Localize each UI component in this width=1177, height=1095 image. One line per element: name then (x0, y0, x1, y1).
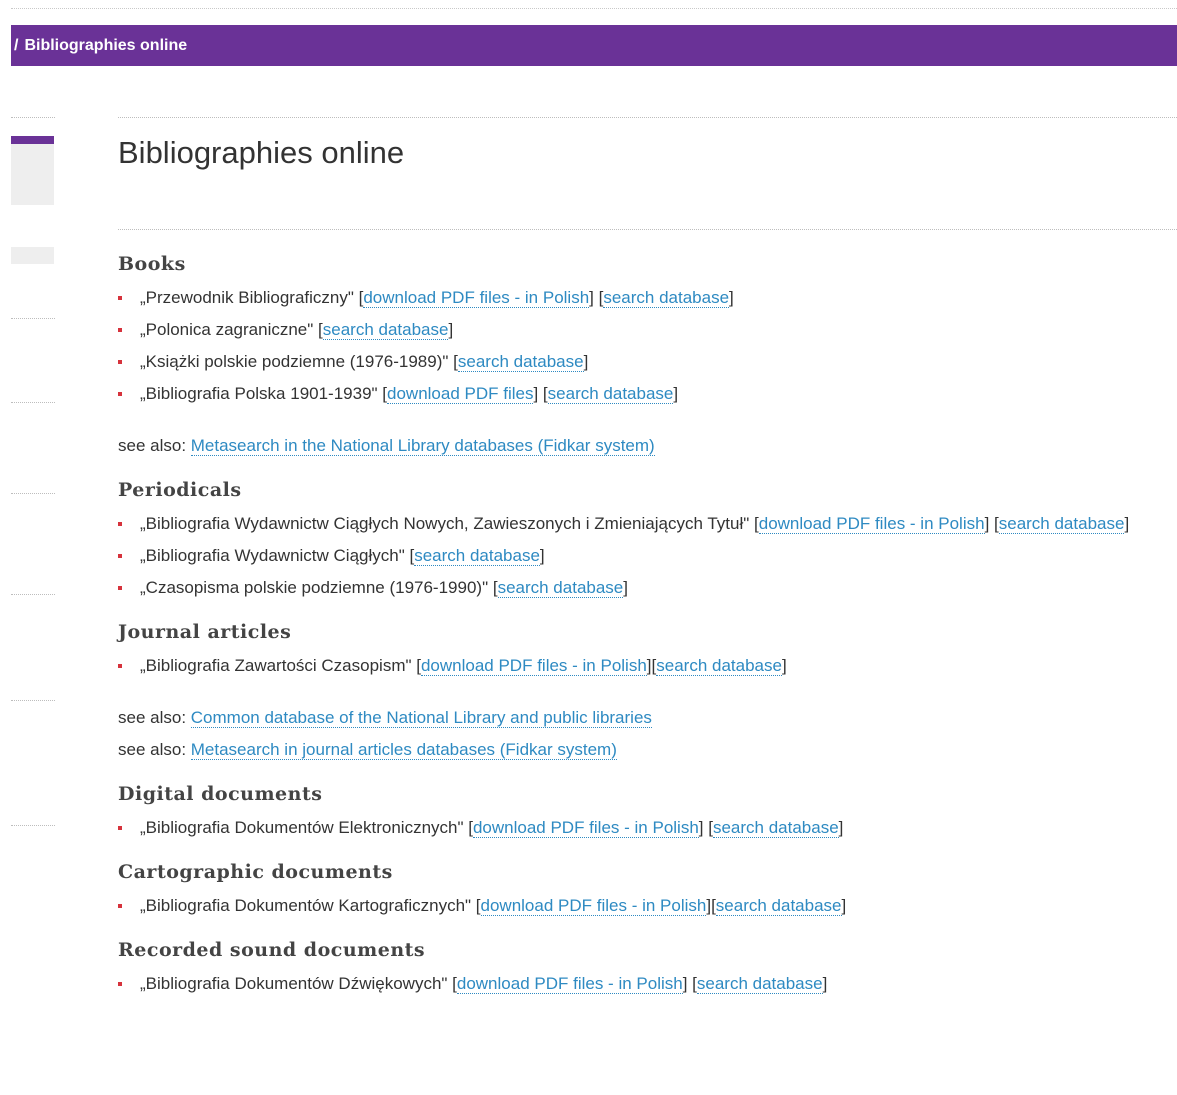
sidebar-divider (11, 493, 55, 494)
search-database-link[interactable]: search database (998, 514, 1125, 534)
bullet-icon (118, 392, 122, 396)
breadcrumb-current: Bibliographies online (24, 37, 188, 54)
bibliography-list: „Bibliografia Dokumentów Elektronicznych… (118, 812, 1168, 844)
section-heading: Periodicals (118, 479, 242, 501)
bibliography-list: „Bibliografia Wydawnictw Ciągłych Nowych… (118, 508, 1168, 604)
bullet-icon (118, 586, 122, 590)
search-database-link[interactable]: search database (712, 818, 839, 838)
list-item: „Książki polskie podziemne (1976-1989)" … (118, 346, 1168, 378)
bibliography-list: „Przewodnik Bibliograficzny" [download P… (118, 282, 1168, 410)
download-pdf-link[interactable]: download PDF files - in Polish (480, 896, 707, 916)
search-database-link[interactable]: search database (696, 974, 823, 994)
title-divider-bottom (118, 229, 1177, 230)
sidebar-tab-small[interactable] (11, 247, 54, 264)
download-pdf-link[interactable]: download PDF files - in Polish (363, 288, 590, 308)
title-divider-top (118, 117, 1177, 118)
sidebar-active-accent (11, 136, 54, 144)
list-item: „Czasopisma polskie podziemne (1976-1990… (118, 572, 1168, 604)
bullet-icon (118, 296, 122, 300)
bullet-icon (118, 826, 122, 830)
sidebar-divider (11, 117, 55, 118)
download-pdf-link[interactable]: download PDF files - in Polish (456, 974, 683, 994)
see-also-link[interactable]: Common database of the National Library … (190, 708, 652, 728)
section-cartographic-documents: Cartographic documents „Bibliografia Dok… (118, 858, 1168, 922)
bullet-icon (118, 664, 122, 668)
sidebar-divider (11, 700, 55, 701)
bullet-icon (118, 360, 122, 364)
download-pdf-link[interactable]: download PDF files (387, 384, 534, 404)
bullet-icon (118, 982, 122, 986)
list-item: „Bibliografia Dokumentów Elektronicznych… (118, 812, 1168, 844)
search-database-link[interactable]: search database (414, 546, 540, 566)
search-database-link[interactable]: search database (322, 320, 449, 340)
sidebar-divider (11, 402, 55, 403)
download-pdf-link[interactable]: download PDF files - in Polish (420, 656, 647, 676)
list-item: „Bibliografia Polska 1901-1939" [downloa… (118, 378, 1168, 410)
section-heading: Recorded sound documents (118, 939, 426, 961)
see-also: see also: Metasearch in the National Lib… (118, 436, 655, 456)
section-recorded-sound-documents: Recorded sound documents „Bibliografia D… (118, 936, 1168, 1000)
section-books: Books „Przewodnik Bibliograficzny" [down… (118, 250, 1168, 462)
bibliography-list: „Bibliografia Dokumentów Kartograficznyc… (118, 890, 1168, 922)
section-heading: Digital documents (118, 783, 323, 805)
bullet-icon (118, 554, 122, 558)
section-digital-documents: Digital documents „Bibliografia Dokument… (118, 780, 1168, 844)
top-divider (11, 8, 1177, 9)
section-heading: Cartographic documents (118, 861, 393, 883)
see-also-link[interactable]: Metasearch in the National Library datab… (190, 436, 655, 456)
list-item: „Bibliografia Dokumentów Dźwiękowych" [d… (118, 968, 1168, 1000)
section-heading: Books (118, 253, 186, 275)
bullet-icon (118, 904, 122, 908)
sidebar-divider (11, 594, 55, 595)
search-database-link[interactable]: search database (547, 384, 674, 404)
download-pdf-link[interactable]: download PDF files - in Polish (758, 514, 985, 534)
section-journal-articles: Journal articles „Bibliografia Zawartośc… (118, 618, 1168, 766)
search-database-link[interactable]: search database (656, 656, 782, 676)
list-item: „Polonica zagraniczne" [search database] (118, 314, 1168, 346)
list-item: „Bibliografia Wydawnictw Ciągłych Nowych… (118, 508, 1168, 540)
search-database-link[interactable]: search database (497, 578, 624, 598)
bibliography-list: „Bibliografia Dokumentów Dźwiękowych" [d… (118, 968, 1168, 1000)
search-database-link[interactable]: search database (603, 288, 730, 308)
bibliography-list: „Bibliografia Zawartości Czasopism" [dow… (118, 650, 1168, 682)
download-pdf-link[interactable]: download PDF files - in Polish (472, 818, 699, 838)
list-item: „Bibliografia Wydawnictw Ciągłych" [sear… (118, 540, 1168, 572)
breadcrumb-bar: / Bibliographies online (11, 25, 1177, 66)
list-item: „Bibliografia Zawartości Czasopism" [dow… (118, 650, 1168, 682)
see-also: see also: Metasearch in journal articles… (118, 740, 617, 760)
section-heading: Journal articles (118, 621, 292, 643)
list-item: „Bibliografia Dokumentów Kartograficznyc… (118, 890, 1168, 922)
breadcrumb-separator: / (14, 37, 19, 54)
page-title: Bibliographies online (118, 135, 405, 170)
bibliography-content: Books „Przewodnik Bibliograficzny" [down… (118, 250, 1168, 1000)
sidebar-divider (11, 825, 55, 826)
sidebar-divider (11, 318, 55, 319)
search-database-link[interactable]: search database (715, 896, 842, 916)
list-item: „Przewodnik Bibliograficzny" [download P… (118, 282, 1168, 314)
see-also-link[interactable]: Metasearch in journal articles databases… (190, 740, 617, 760)
see-also: see also: Common database of the Nationa… (118, 708, 652, 728)
section-periodicals: Periodicals „Bibliografia Wydawnictw Cią… (118, 476, 1168, 604)
search-database-link[interactable]: search database (457, 352, 584, 372)
bullet-icon (118, 522, 122, 526)
sidebar-tab[interactable] (11, 144, 54, 205)
bullet-icon (118, 328, 122, 332)
